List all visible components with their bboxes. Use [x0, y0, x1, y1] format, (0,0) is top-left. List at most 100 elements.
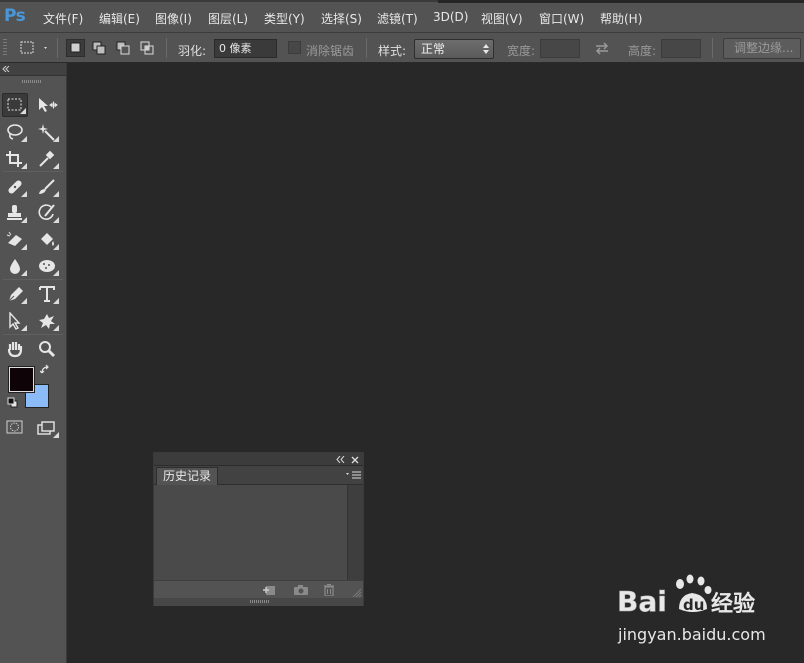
close-icon[interactable] [351, 456, 359, 464]
pen-tool[interactable] [2, 282, 28, 306]
swap-arrows-icon [595, 42, 609, 55]
menu-image[interactable]: 图像(I) [155, 10, 192, 27]
menu-layer[interactable]: 图层(L) [208, 10, 248, 27]
resize-grip-icon[interactable] [352, 588, 362, 598]
type-icon [39, 286, 55, 302]
intersect-selection-button[interactable] [138, 39, 157, 57]
foreground-color-swatch[interactable] [8, 366, 35, 393]
add-to-selection-button[interactable] [90, 39, 109, 57]
tool-preset-picker[interactable] [18, 39, 50, 57]
swap-dimensions-button[interactable] [594, 41, 610, 58]
menu-select[interactable]: 选择(S) [321, 10, 362, 27]
add-selection-icon [92, 41, 106, 55]
zoom-tool[interactable] [34, 337, 60, 361]
menu-help[interactable]: 帮助(H) [600, 10, 642, 27]
brush-icon [39, 179, 55, 194]
menu-view[interactable]: 视图(V) [481, 10, 523, 27]
rectangular-marquee-tool[interactable] [2, 93, 28, 117]
magic-wand-tool[interactable] [34, 120, 60, 144]
droplet-icon [10, 259, 20, 274]
magnifier-icon [39, 341, 56, 358]
watermark-url: jingyan.baidu.com [618, 625, 766, 644]
collapse-panel-icon[interactable] [335, 456, 345, 463]
crop-icon [6, 151, 22, 167]
updown-arrow-icon [483, 44, 489, 54]
history-scrollbar[interactable] [347, 485, 363, 580]
custom-shape-tool[interactable] [34, 309, 60, 333]
blur-tool[interactable] [2, 254, 28, 278]
photoshop-logo: Ps [4, 6, 26, 26]
menu-edit[interactable]: 编辑(E) [99, 10, 140, 27]
screen-mode-button[interactable] [34, 416, 60, 440]
collapse-icon[interactable] [2, 66, 10, 72]
height-label: 高度: [628, 44, 657, 58]
svg-text:Bai: Bai [617, 585, 667, 618]
feather-input[interactable]: 0 像素 [214, 39, 277, 58]
paint-bucket-tool[interactable] [34, 228, 60, 252]
style-select[interactable]: 正常 [414, 39, 494, 59]
tool-separator [3, 279, 63, 280]
eraser-tool[interactable] [2, 228, 28, 252]
history-panel-bottom-grip[interactable] [154, 598, 363, 606]
new-selection-icon [70, 42, 81, 53]
new-selection-button[interactable] [66, 39, 85, 57]
sponge-icon [39, 260, 55, 272]
options-bar-grip[interactable] [3, 39, 7, 57]
svg-text:经验: 经验 [711, 591, 755, 617]
height-input[interactable] [661, 39, 701, 58]
sponge-tool[interactable] [34, 254, 60, 278]
history-brush-tool[interactable] [34, 201, 60, 225]
history-panel-titlebar[interactable] [154, 453, 363, 466]
swap-colors-button[interactable] [39, 364, 52, 379]
feather-label: 羽化: [178, 44, 207, 58]
menu-window[interactable]: 窗口(W) [539, 10, 584, 27]
document-tab-strip [438, 0, 804, 3]
new-document-from-state-icon[interactable] [262, 584, 276, 596]
menu-3d[interactable]: 3D(D) [433, 10, 468, 24]
width-input[interactable] [540, 39, 580, 58]
brush-tool[interactable] [34, 175, 60, 199]
lasso-icon [7, 124, 23, 140]
menu-file[interactable]: 文件(F) [43, 10, 83, 27]
menu-type[interactable]: 类型(Y) [264, 10, 305, 27]
tools-panel-grip[interactable] [22, 80, 42, 83]
rect-marquee-icon [7, 98, 22, 111]
subtract-selection-icon [116, 41, 130, 55]
panel-menu-icon[interactable] [346, 471, 361, 480]
history-panel-footer [154, 580, 363, 598]
magic-wand-icon [38, 124, 55, 141]
style-select-value: 正常 [421, 42, 446, 56]
quick-mask-button[interactable] [4, 418, 26, 436]
history-list[interactable] [154, 485, 347, 580]
move-tool[interactable] [34, 93, 60, 117]
bucket-icon [41, 233, 54, 246]
horizontal-type-tool[interactable] [34, 282, 60, 306]
menu-bar: Ps 文件(F) 编辑(E) 图像(I) 图层(L) 类型(Y) 选择(S) 滤… [0, 0, 804, 32]
antialias-checkbox[interactable] [288, 41, 301, 54]
marquee-preset-icon [20, 41, 47, 54]
history-panel-tabs: 历史记录 [154, 466, 363, 485]
screen-mode-icon [37, 421, 55, 435]
arrow-pointer-icon [9, 312, 21, 330]
spot-healing-brush-tool[interactable] [2, 175, 28, 199]
eraser-icon [6, 231, 22, 246]
crop-tool[interactable] [2, 147, 28, 171]
tool-separator [3, 171, 63, 172]
stamp-icon [7, 205, 22, 220]
history-brush-icon [38, 204, 55, 220]
clone-stamp-tool[interactable] [2, 201, 28, 225]
eyedropper-tool[interactable] [34, 147, 60, 171]
hand-icon [7, 342, 23, 358]
trash-icon[interactable] [323, 584, 335, 596]
camera-snapshot-icon[interactable] [293, 584, 309, 596]
path-selection-tool[interactable] [2, 309, 28, 333]
refine-edge-button[interactable]: 调整边缘... [723, 38, 801, 59]
menu-filter[interactable]: 滤镜(T) [377, 10, 418, 27]
subtract-from-selection-button[interactable] [114, 39, 133, 57]
lasso-tool[interactable] [2, 120, 28, 144]
hand-tool[interactable] [2, 337, 28, 361]
separator [712, 38, 713, 58]
pen-icon [8, 287, 23, 302]
default-colors-button[interactable] [7, 397, 19, 412]
tab-history[interactable]: 历史记录 [156, 467, 218, 485]
